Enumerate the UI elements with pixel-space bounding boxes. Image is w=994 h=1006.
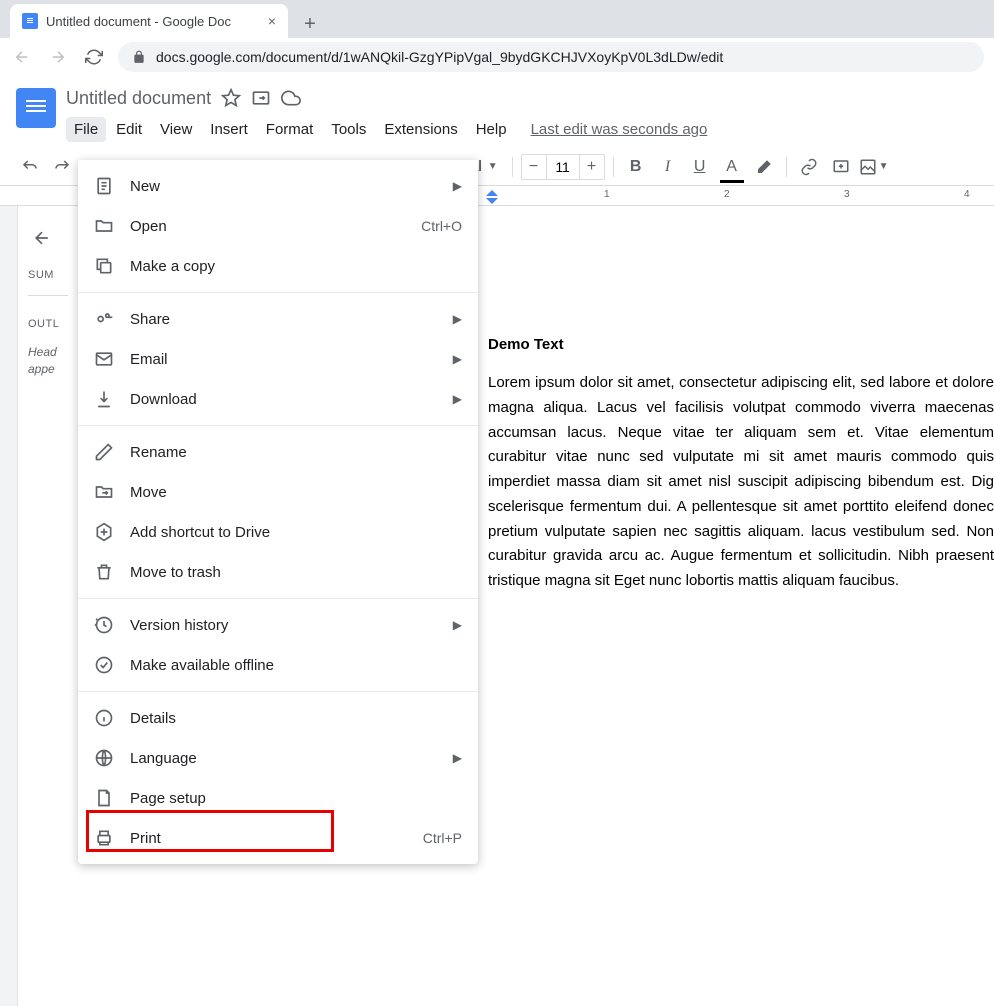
outline-collapse-button[interactable] (32, 228, 68, 251)
print-icon (94, 828, 114, 848)
font-size-value[interactable]: 11 (546, 155, 580, 179)
lock-icon (132, 50, 146, 64)
tab-title: Untitled document - Google Doc (46, 14, 260, 29)
offline-icon (94, 655, 114, 675)
page-icon (94, 788, 114, 808)
menubar: File Edit View Insert Format Tools Exten… (66, 114, 978, 144)
file-add-shortcut[interactable]: Add shortcut to Drive (78, 512, 478, 552)
globe-icon (94, 748, 114, 768)
insert-link-button[interactable] (795, 153, 823, 181)
url-field[interactable]: docs.google.com/document/d/1wANQkil-GzgY… (118, 42, 984, 72)
add-comment-button[interactable] (827, 153, 855, 181)
file-page-setup[interactable]: Page setup (78, 778, 478, 818)
file-download[interactable]: Download ▶ (78, 379, 478, 419)
share-icon (94, 309, 114, 329)
menu-insert[interactable]: Insert (202, 117, 256, 142)
last-edit-link[interactable]: Last edit was seconds ago (531, 121, 708, 138)
font-size-increase[interactable]: + (580, 158, 604, 176)
file-make-copy[interactable]: Make a copy (78, 246, 478, 286)
email-icon (94, 349, 114, 369)
docs-logo[interactable] (16, 88, 56, 128)
new-tab-button[interactable]: + (296, 10, 324, 38)
underline-button[interactable]: U (686, 153, 714, 181)
highlight-button[interactable] (750, 153, 778, 181)
star-icon[interactable] (221, 88, 241, 108)
file-email[interactable]: Email ▶ (78, 339, 478, 379)
submenu-arrow-icon: ▶ (453, 352, 462, 366)
doc-heading[interactable]: Demo Text (488, 336, 994, 353)
outline-placeholder: Head appe (28, 344, 68, 378)
file-offline[interactable]: Make available offline (78, 645, 478, 685)
reload-button[interactable] (82, 45, 106, 69)
file-print[interactable]: Print Ctrl+P (78, 818, 478, 858)
italic-button[interactable]: I (654, 153, 682, 181)
submenu-arrow-icon: ▶ (453, 312, 462, 326)
menu-help[interactable]: Help (468, 117, 515, 142)
font-size-decrease[interactable]: − (522, 158, 546, 176)
submenu-arrow-icon: ▶ (453, 179, 462, 193)
redo-button[interactable] (48, 153, 76, 181)
cloud-status-icon[interactable] (281, 88, 301, 108)
file-new[interactable]: New ▶ (78, 166, 478, 206)
text-color-button[interactable]: A (718, 153, 746, 181)
move-icon[interactable] (251, 88, 271, 108)
submenu-arrow-icon: ▶ (453, 392, 462, 406)
download-icon (94, 389, 114, 409)
doc-body[interactable]: Lorem ipsum dolor sit amet, consectetur … (488, 371, 994, 594)
submenu-arrow-icon: ▶ (453, 751, 462, 765)
shortcut-icon (94, 522, 114, 542)
address-bar-row: docs.google.com/document/d/1wANQkil-GzgY… (0, 38, 994, 76)
folder-icon (94, 216, 114, 236)
url-text: docs.google.com/document/d/1wANQkil-GzgY… (156, 49, 723, 65)
outline-heading: OUTL (28, 318, 68, 330)
file-open[interactable]: Open Ctrl+O (78, 206, 478, 246)
trash-icon (94, 562, 114, 582)
menu-edit[interactable]: Edit (108, 117, 150, 142)
file-trash[interactable]: Move to trash (78, 552, 478, 592)
document-icon (94, 176, 114, 196)
insert-image-button[interactable]: ▼ (859, 153, 889, 181)
tab-strip: Untitled document - Google Doc × + (0, 0, 994, 38)
document-title[interactable]: Untitled document (66, 88, 211, 109)
file-version-history[interactable]: Version history ▶ (78, 605, 478, 645)
summary-heading: SUM (28, 269, 68, 281)
info-icon (94, 708, 114, 728)
rename-icon (94, 442, 114, 462)
font-size-control: − 11 + (521, 154, 605, 180)
file-share[interactable]: Share ▶ (78, 299, 478, 339)
back-button[interactable] (10, 45, 34, 69)
file-details[interactable]: Details (78, 698, 478, 738)
bold-button[interactable]: B (622, 153, 650, 181)
docs-favicon (22, 13, 38, 29)
file-menu-dropdown: New ▶ Open Ctrl+O Make a copy Share ▶ Em… (78, 160, 478, 864)
indent-marker[interactable] (486, 196, 500, 204)
vertical-ruler (0, 206, 18, 1006)
undo-button[interactable] (16, 153, 44, 181)
menu-file[interactable]: File (66, 117, 106, 142)
menu-format[interactable]: Format (258, 117, 322, 142)
history-icon (94, 615, 114, 635)
menu-tools[interactable]: Tools (323, 117, 374, 142)
copy-icon (94, 256, 114, 276)
menu-extensions[interactable]: Extensions (376, 117, 465, 142)
forward-button[interactable] (46, 45, 70, 69)
browser-chrome: Untitled document - Google Doc × + docs.… (0, 0, 994, 76)
submenu-arrow-icon: ▶ (453, 618, 462, 632)
move-folder-icon (94, 482, 114, 502)
docs-header: Untitled document File Edit View Insert … (0, 76, 994, 144)
close-tab-icon[interactable]: × (268, 13, 276, 29)
outline-panel: SUM OUTL Head appe (18, 206, 78, 1006)
file-language[interactable]: Language ▶ (78, 738, 478, 778)
file-move[interactable]: Move (78, 472, 478, 512)
browser-tab[interactable]: Untitled document - Google Doc × (10, 4, 288, 38)
menu-view[interactable]: View (152, 117, 200, 142)
file-rename[interactable]: Rename (78, 432, 478, 472)
